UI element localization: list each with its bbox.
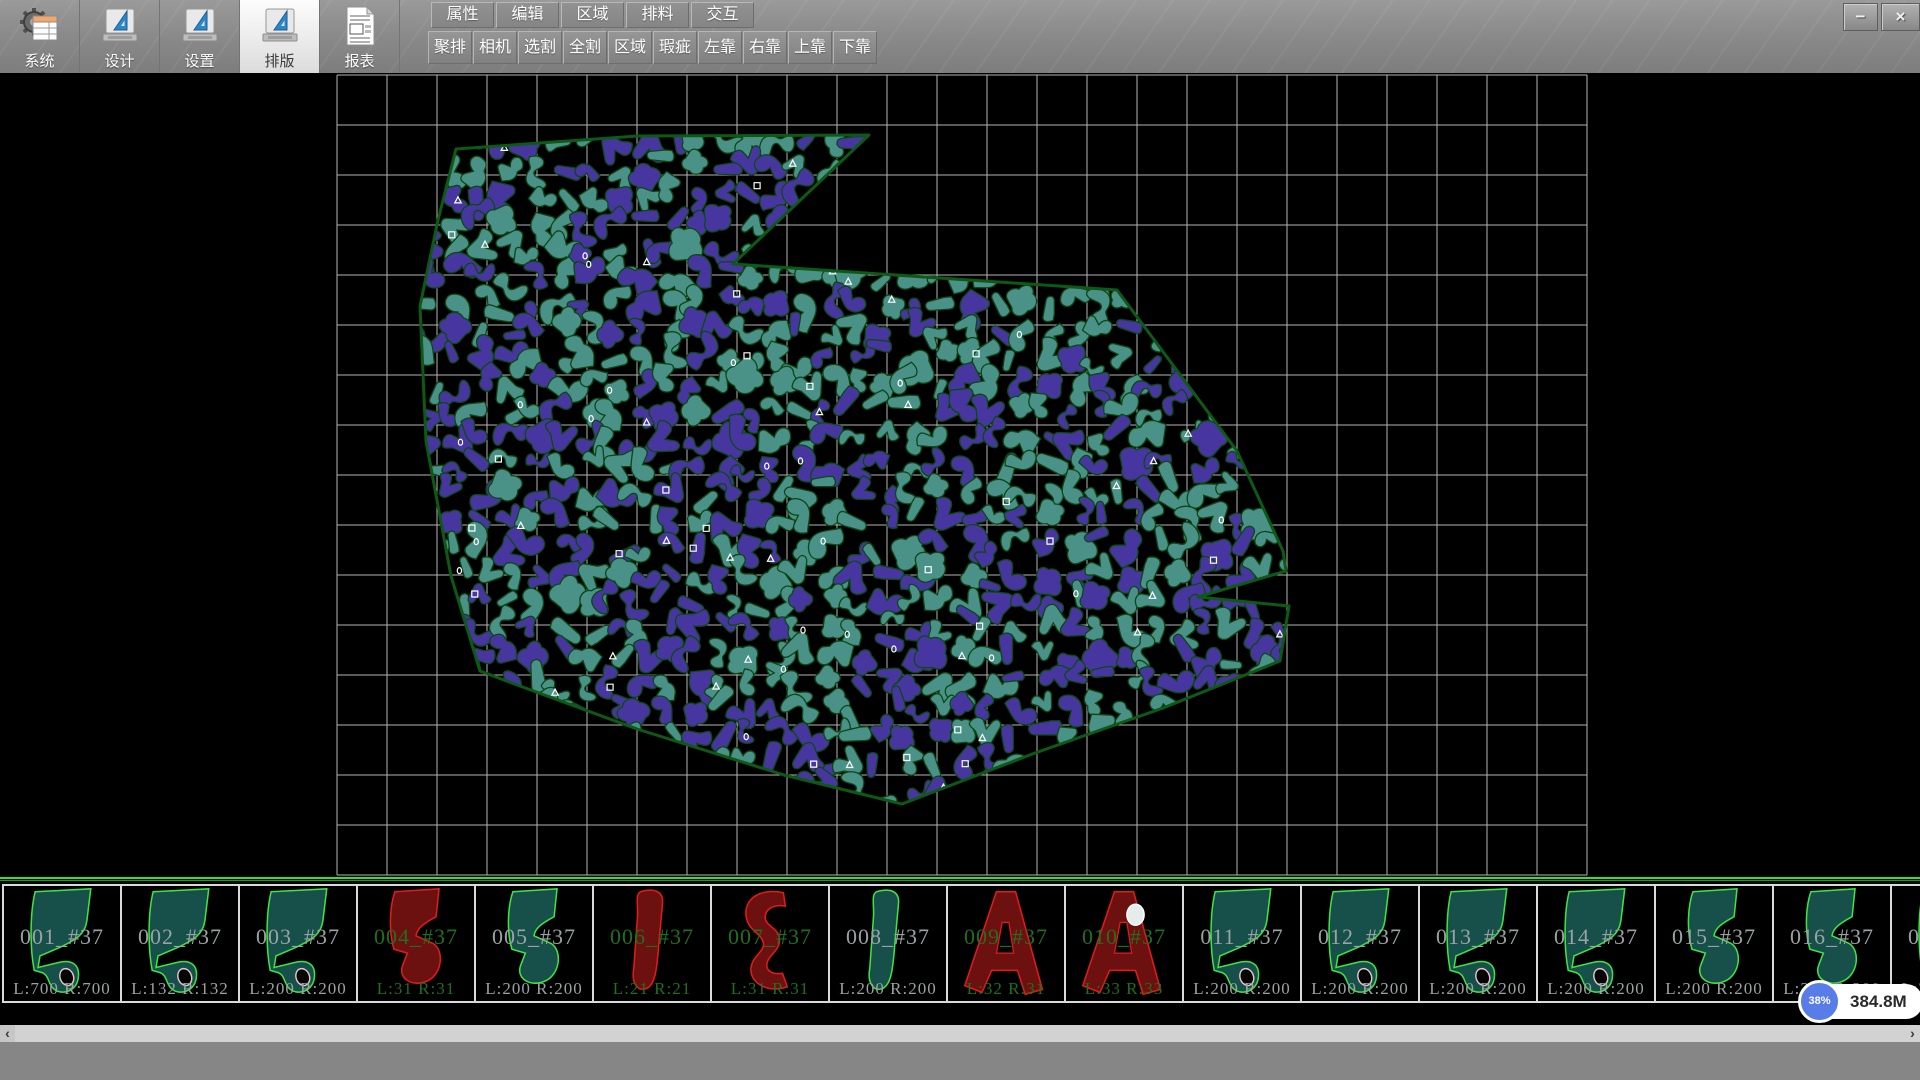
tool-button[interactable]: 左靠 <box>698 31 742 64</box>
filmstrip-cells: 001_#37L:700 R:700002_#37L:132 R:132003_… <box>0 884 1920 1003</box>
toolbar-button-system-gear[interactable]: 系统 <box>0 0 80 73</box>
tool-button[interactable]: 下靠 <box>833 31 877 64</box>
part-name: 012_#37 <box>1302 924 1418 950</box>
progress-circle: 38% <box>1798 980 1841 1023</box>
nesting-canvas-area[interactable] <box>0 73 1920 877</box>
filmstrip-item[interactable]: 015_#37 L:200 R:200 <box>1656 884 1774 1003</box>
filmstrip-item[interactable]: 013_#37 L:200 R:200 <box>1420 884 1538 1003</box>
window-controls: − × <box>1843 3 1920 31</box>
minimize-button[interactable]: − <box>1843 3 1878 31</box>
design-icon <box>98 3 142 49</box>
filmstrip-item[interactable]: 003_#37 L:200 R:200 <box>240 884 358 1003</box>
filmstrip-item[interactable]: 011_#37 L:200 R:200 <box>1184 884 1302 1003</box>
part-lr-count: L:31 R:31 <box>712 979 828 999</box>
part-name: 002_#37 <box>122 924 238 950</box>
menu-tab[interactable]: 排料 <box>626 2 689 28</box>
nesting-canvas[interactable] <box>0 73 1920 877</box>
part-name: 004_#37 <box>358 924 474 950</box>
part-lr-count: L:31 R:31 <box>358 979 474 999</box>
part-lr-count: L:200 R:200 <box>476 979 592 999</box>
layout-icon <box>258 3 302 49</box>
filmstrip-separator-thin <box>0 880 1920 881</box>
toolbar-button-label: 排版 <box>264 50 294 71</box>
nested-pieces <box>402 114 1307 816</box>
scroll-left-button[interactable]: ‹ <box>0 1025 15 1042</box>
part-name: 003_#37 <box>240 924 356 950</box>
menu-tab[interactable]: 交互 <box>691 2 754 28</box>
part-name: 010_#37 <box>1066 924 1182 950</box>
filmstrip-item[interactable]: 009_#37 L:32 R:31 <box>948 884 1066 1003</box>
menu-tab[interactable]: 属性 <box>431 2 494 28</box>
part-lr-count: L:21 R:21 <box>594 979 710 999</box>
toolbar-button-settings[interactable]: 设置 <box>160 0 240 73</box>
part-name: 017_#37 <box>1892 924 1920 950</box>
part-lr-count: L:132 R:132 <box>122 979 238 999</box>
tool-button[interactable]: 相机 <box>473 31 517 64</box>
tool-button-row: 聚排相机选割全割区域瑕疵左靠右靠上靠下靠 <box>428 31 878 64</box>
tool-button[interactable]: 区域 <box>608 31 652 64</box>
bottom-panel <box>0 1042 1920 1080</box>
part-lr-count: L:700 R:700 <box>4 979 120 999</box>
filmstrip-item[interactable]: 002_#37 L:132 R:132 <box>122 884 240 1003</box>
part-lr-count: L:32 R:31 <box>948 979 1064 999</box>
tool-button[interactable]: 聚排 <box>428 31 472 64</box>
system-gear-icon <box>18 3 62 49</box>
part-lr-count: L:200 R:200 <box>1184 979 1300 999</box>
status-badge: 38% 384.8M <box>1806 984 1920 1019</box>
filmstrip-item[interactable]: 005_#37 L:200 R:200 <box>476 884 594 1003</box>
filmstrip-item[interactable]: 014_#37 L:200 R:200 <box>1538 884 1656 1003</box>
tool-button[interactable]: 瑕疵 <box>653 31 697 64</box>
main-toolbar: 系统 设计 设置 排版 报表 <box>0 0 400 73</box>
titlebar: 系统设计设置排版报表 属性编辑区域排料交互 聚排相机选割全割区域瑕疵左靠右靠上靠… <box>0 0 1920 73</box>
toolbar-button-label: 设计 <box>104 50 134 71</box>
filmstrip-item[interactable]: 007_#37 L:31 R:31 <box>712 884 830 1003</box>
menu-tab[interactable]: 编辑 <box>496 2 559 28</box>
settings-icon <box>178 3 222 49</box>
part-name: 011_#37 <box>1184 924 1300 950</box>
application-window: 系统设计设置排版报表 属性编辑区域排料交互 聚排相机选割全割区域瑕疵左靠右靠上靠… <box>0 0 1920 1080</box>
part-lr-count: L:33 R:33 <box>1066 979 1182 999</box>
filmstrip-separator <box>0 877 1920 879</box>
toolbar-button-label: 设置 <box>184 50 214 71</box>
part-lr-count: L:200 R:200 <box>830 979 946 999</box>
part-lr-count: L:200 R:200 <box>1538 979 1654 999</box>
scroll-right-button[interactable]: › <box>1905 1025 1920 1042</box>
part-name: 006_#37 <box>594 924 710 950</box>
part-name: 015_#37 <box>1656 924 1772 950</box>
menu-tab[interactable]: 区域 <box>561 2 624 28</box>
part-name: 007_#37 <box>712 924 828 950</box>
part-lr-count: L:200 R:200 <box>1656 979 1772 999</box>
toolbar-button-layout[interactable]: 排版 <box>240 0 320 73</box>
part-name: 009_#37 <box>948 924 1064 950</box>
filmstrip-item[interactable]: 012_#37 L:200 R:200 <box>1302 884 1420 1003</box>
parts-filmstrip: 001_#37L:700 R:700002_#37L:132 R:132003_… <box>0 877 1920 1025</box>
memory-usage-label: 384.8M <box>1850 992 1907 1011</box>
filmstrip-item[interactable]: 006_#37 L:21 R:21 <box>594 884 712 1003</box>
tool-button[interactable]: 右靠 <box>743 31 787 64</box>
close-button[interactable]: × <box>1881 3 1920 31</box>
report-icon <box>338 3 382 49</box>
tool-button[interactable]: 上靠 <box>788 31 832 64</box>
filmstrip-item[interactable]: 004_#37 L:31 R:31 <box>358 884 476 1003</box>
part-name: 013_#37 <box>1420 924 1536 950</box>
filmstrip-item[interactable]: 010_#37 L:33 R:33 <box>1066 884 1184 1003</box>
tool-button[interactable]: 全割 <box>563 31 607 64</box>
part-lr-count: L:200 R:200 <box>1302 979 1418 999</box>
part-lr-count: L:200 R:200 <box>1420 979 1536 999</box>
part-lr-count: L:200 R:200 <box>240 979 356 999</box>
part-name: 001_#37 <box>4 924 120 950</box>
filmstrip-item[interactable]: 001_#37 L:700 R:700 <box>2 884 122 1003</box>
part-name: 014_#37 <box>1538 924 1654 950</box>
part-name: 008_#37 <box>830 924 946 950</box>
menu-tab-row: 属性编辑区域排料交互 <box>431 2 756 28</box>
filmstrip-item[interactable]: 008_#37 L:200 R:200 <box>830 884 948 1003</box>
toolbar-button-report[interactable]: 报表 <box>320 0 400 73</box>
horizontal-scrollbar[interactable]: ‹ › <box>0 1025 1920 1042</box>
toolbar-button-label: 系统 <box>24 50 54 71</box>
part-name: 005_#37 <box>476 924 592 950</box>
toolbar-button-design[interactable]: 设计 <box>80 0 160 73</box>
tool-button[interactable]: 选割 <box>518 31 562 64</box>
part-name: 016_#37 <box>1774 924 1890 950</box>
toolbar-button-label: 报表 <box>344 50 374 71</box>
